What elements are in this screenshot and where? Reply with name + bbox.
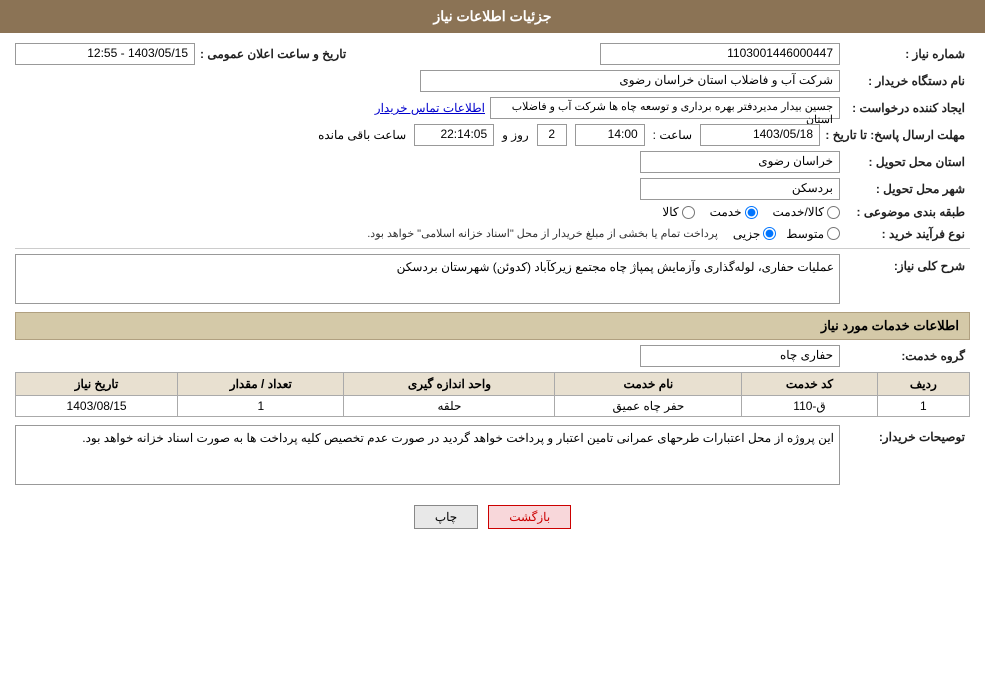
section2-header: اطلاعات خدمات مورد نیاز (15, 312, 970, 340)
tarikh-label: تاریخ و ساعت اعلان عمومی : (200, 47, 351, 61)
table-row: 1ق-110حفر چاه عمیقحلقه11403/08/15 (16, 396, 970, 417)
col-tarikh: تاریخ نیاز (16, 373, 178, 396)
cell-tarikh: 1403/08/15 (16, 396, 178, 417)
row-tosifat: توصیحات خریدار: این پروژه از محل اعتبارا… (15, 425, 970, 485)
farayand-note: پرداخت تمام یا بخشی از مبلغ خریدار از مح… (362, 224, 723, 243)
shomara-value-area: 1103001446000447 (428, 43, 841, 65)
row-mohlat: مهلت ارسال پاسخ: تا تاریخ : 1403/05/18 س… (15, 124, 970, 146)
table-header-row: ردیف کد خدمت نام خدمت واحد اندازه گیری ت… (16, 373, 970, 396)
farayand-options: متوسط جزیی پرداخت تمام یا بخشی از مبلغ خ… (15, 224, 840, 243)
cell-nam: حفر چاه عمیق (555, 396, 742, 417)
ijad-konande-value: جسین بیدار مدیردفتر بهره برداری و توسعه … (490, 97, 840, 119)
tabaghe-label: طبقه بندی موضوعی : (840, 205, 970, 219)
ostan-value: خراسان رضوی (640, 151, 840, 173)
date-value: 1403/05/18 (700, 124, 820, 146)
col-vahed: واحد اندازه گیری (344, 373, 555, 396)
radio-kala[interactable]: کالا (662, 205, 694, 219)
radio-kala-khadamat-label: کالا/خدمت (773, 205, 824, 219)
ettelaat-tamas-link[interactable]: اطلاعات تماس خریدار (375, 101, 485, 115)
shahr-value: بردسکن (640, 178, 840, 200)
cell-radif: 1 (877, 396, 969, 417)
row-farayand: نوع فرآیند خرید : متوسط جزیی پرداخت تمام… (15, 224, 970, 243)
nam-dastgah-value-area: شرکت آب و فاضلاب استان خراسان رضوی (15, 70, 840, 92)
services-table: ردیف کد خدمت نام خدمت واحد اندازه گیری ت… (15, 372, 970, 417)
radio-kala-khadamat[interactable]: کالا/خدمت (773, 205, 840, 219)
col-kod: کد خدمت (742, 373, 877, 396)
radio-kala-input[interactable] (682, 206, 695, 219)
sharh-label: شرح کلی نیاز: (840, 254, 970, 273)
row-shahr: شهر محل تحویل : بردسکن (15, 178, 970, 200)
table-header: ردیف کد خدمت نام خدمت واحد اندازه گیری ت… (16, 373, 970, 396)
row-ostan: استان محل تحویل : خراسان رضوی (15, 151, 970, 173)
shahr-label: شهر محل تحویل : (840, 182, 970, 196)
col-nam: نام خدمت (555, 373, 742, 396)
shahr-value-area: بردسکن (15, 178, 840, 200)
radio-khadamat-input[interactable] (745, 206, 758, 219)
radio-jozei[interactable]: جزیی (733, 227, 776, 241)
bottom-buttons: بازگشت چاپ (15, 490, 970, 544)
ijad-konande-label: ایجاد کننده درخواست : (840, 101, 970, 115)
radio-kala-khadamat-input[interactable] (827, 206, 840, 219)
gorooh-value-area: حفاری چاه (15, 345, 840, 367)
radio-khadamat[interactable]: خدمت (710, 205, 758, 219)
nam-dastgah-label: نام دستگاه خریدار : (840, 74, 970, 88)
radio-jozei-label: جزیی (733, 227, 760, 241)
tosifat-value-area: این پروژه از محل اعتبارات طرحهای عمرانی … (15, 425, 840, 485)
nam-dastgah-value: شرکت آب و فاضلاب استان خراسان رضوی (420, 70, 840, 92)
col-radif: ردیف (877, 373, 969, 396)
radio-motovaset[interactable]: متوسط (786, 227, 840, 241)
row-tabaghe: طبقه بندی موضوعی : کالا/خدمت خدمت کالا (15, 205, 970, 219)
tarikh-value: 1403/05/15 - 12:55 (15, 43, 195, 65)
tabaghe-options: کالا/خدمت خدمت کالا (15, 205, 840, 219)
col-tedad: تعداد / مقدار (178, 373, 344, 396)
page-title: جزئیات اطلاعات نیاز (433, 8, 551, 24)
radio-jozei-input[interactable] (763, 227, 776, 240)
row-shomara: شماره نیاز : 1103001446000447 تاریخ و سا… (15, 43, 970, 65)
radio-motovaset-label: متوسط (786, 227, 824, 241)
table-body: 1ق-110حفر چاه عمیقحلقه11403/08/15 (16, 396, 970, 417)
row-ijad-konande: ایجاد کننده درخواست : جسین بیدار مدیردفت… (15, 97, 970, 119)
saat-value: 14:00 (575, 124, 645, 146)
farayand-label: نوع فرآیند خرید : (840, 227, 970, 241)
btn-bazgasht[interactable]: بازگشت (488, 505, 571, 529)
sharh-value: عملیات حفاری، لوله‌گذاری وآزمایش پمپاژ چ… (15, 254, 840, 304)
saat-label: ساعت : (653, 128, 692, 142)
cell-vahed: حلقه (344, 396, 555, 417)
gorooh-value: حفاری چاه (640, 345, 840, 367)
page-wrapper: جزئیات اطلاعات نیاز شماره نیاز : 1103001… (0, 0, 985, 691)
rooz-value: 2 (537, 124, 567, 146)
cell-kod: ق-110 (742, 396, 877, 417)
baqi-mande-value: 22:14:05 (414, 124, 494, 146)
ijad-konande-value-area: جسین بیدار مدیردفتر بهره برداری و توسعه … (15, 97, 840, 119)
shomara-value: 1103001446000447 (600, 43, 840, 65)
tarikh-area: تاریخ و ساعت اعلان عمومی : 1403/05/15 - … (15, 43, 428, 65)
rooz-label: روز و (502, 128, 529, 142)
page-header: جزئیات اطلاعات نیاز (0, 0, 985, 33)
radio-kala-label: کالا (662, 205, 678, 219)
sharh-value-area: عملیات حفاری، لوله‌گذاری وآزمایش پمپاژ چ… (15, 254, 840, 304)
ostan-label: استان محل تحویل : (840, 155, 970, 169)
mohlat-label: مهلت ارسال پاسخ: تا تاریخ : (820, 128, 970, 142)
divider1 (15, 248, 970, 249)
btn-chap[interactable]: چاپ (414, 505, 478, 529)
main-content: شماره نیاز : 1103001446000447 تاریخ و سا… (0, 33, 985, 554)
row-nam-dastgah: نام دستگاه خریدار : شرکت آب و فاضلاب است… (15, 70, 970, 92)
cell-tedad: 1 (178, 396, 344, 417)
radio-khadamat-label: خدمت (710, 205, 742, 219)
mohlat-value-area: 1403/05/18 ساعت : 14:00 2 روز و 22:14:05… (15, 124, 820, 146)
gorooh-label: گروه خدمت: (840, 349, 970, 363)
tosifat-value: این پروژه از محل اعتبارات طرحهای عمرانی … (15, 425, 840, 485)
radio-motovaset-input[interactable] (827, 227, 840, 240)
row-gorooh: گروه خدمت: حفاری چاه (15, 345, 970, 367)
baqi-mande-label: ساعت باقی مانده (318, 128, 406, 142)
row-sharh: شرح کلی نیاز: عملیات حفاری، لوله‌گذاری و… (15, 254, 970, 304)
shomara-label: شماره نیاز : (840, 47, 970, 61)
ostan-value-area: خراسان رضوی (15, 151, 840, 173)
tosifat-label: توصیحات خریدار: (840, 425, 970, 444)
